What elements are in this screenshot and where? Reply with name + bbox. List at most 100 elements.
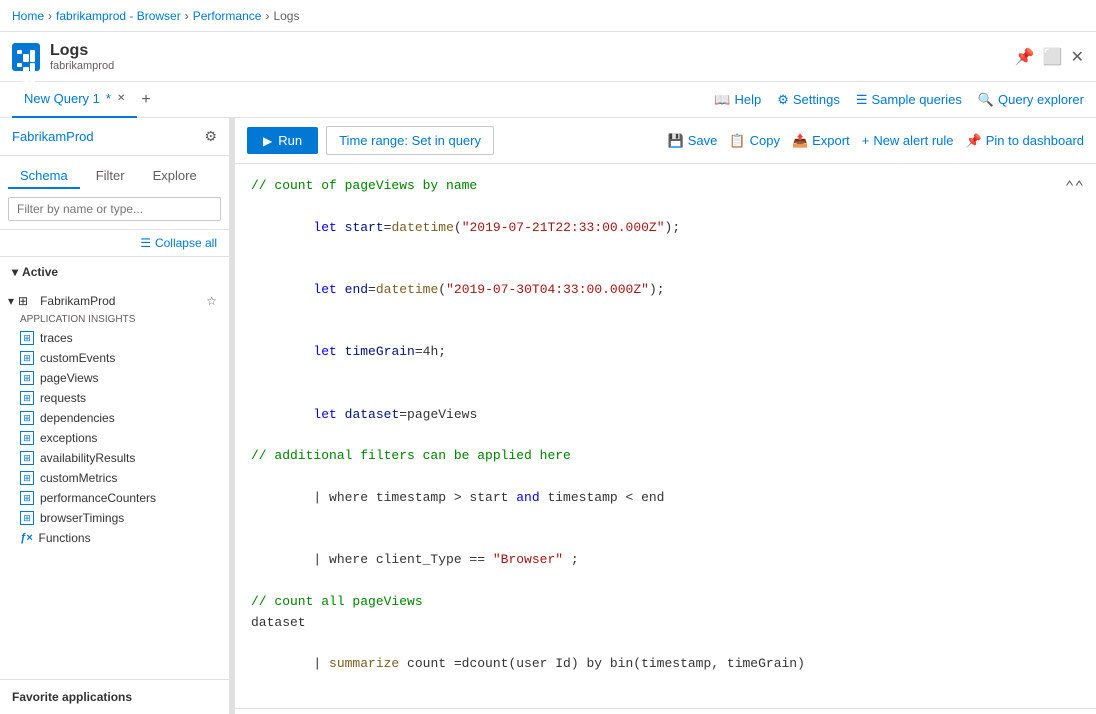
sidebar-item-browsertimings[interactable]: ⊞ browserTimings: [8, 508, 229, 528]
code-editor[interactable]: ⌃⌃ // count of pageViews by name let sta…: [235, 164, 1096, 709]
collapse-all-label: Collapse all: [155, 236, 217, 250]
alert-icon: +: [862, 133, 870, 148]
app-title-left: Logs fabrikamprod: [12, 42, 114, 72]
table-icon: ⊞: [20, 351, 34, 365]
schema-tree: ▾ ⊞ FabrikamProd ☆ APPLICATION INSIGHTS …: [0, 287, 229, 679]
sidebar-item-traces[interactable]: ⊞ traces: [8, 328, 229, 348]
sidebar-item-customevents[interactable]: ⊞ customEvents: [8, 348, 229, 368]
code-line-5: let dataset=pageViews: [251, 384, 1080, 446]
help-button[interactable]: 📖 Help: [714, 92, 761, 108]
breadcrumb-current: Logs: [273, 9, 299, 23]
play-icon: ▶: [263, 134, 272, 148]
group-database-icon: ⊞: [18, 294, 28, 308]
sidebar-header: FabrikamProd ⚙: [0, 118, 229, 156]
filter-tab[interactable]: Filter: [84, 164, 137, 189]
sidebar-item-availabilityresults[interactable]: ⊞ availabilityResults: [8, 448, 229, 468]
sidebar-item-performancecounters[interactable]: ⊞ performanceCounters: [8, 488, 229, 508]
group-label: FabrikamProd: [40, 294, 115, 308]
breadcrumb-fabrikam[interactable]: fabrikamprod - Browser: [56, 9, 181, 23]
sidebar-item-functions[interactable]: ƒ× Functions: [8, 528, 229, 548]
save-button[interactable]: 💾 Save: [668, 133, 718, 149]
sidebar-item-exceptions[interactable]: ⊞ exceptions: [8, 428, 229, 448]
fabrikam-group: ▾ ⊞ FabrikamProd ☆ APPLICATION INSIGHTS …: [0, 287, 229, 552]
sidebar-item-custommetrics[interactable]: ⊞ customMetrics: [8, 468, 229, 488]
sample-queries-button[interactable]: ☰ Sample queries: [856, 92, 962, 108]
pin-dashboard-button[interactable]: 📌 Pin to dashboard: [966, 133, 1084, 149]
maximize-window-button[interactable]: ⬜: [1043, 47, 1063, 67]
code-line-3: let end=datetime("2019-07-30T04:33:00.00…: [251, 259, 1080, 321]
tab-modified-indicator: *: [106, 91, 111, 106]
query-panel: ▶ Run Time range: Set in query 💾 Save 📋 …: [235, 118, 1096, 714]
item-label: requests: [40, 391, 86, 405]
table-icon: ⊞: [20, 511, 34, 525]
explore-tab[interactable]: Explore: [141, 164, 209, 189]
time-range-button[interactable]: Time range: Set in query: [326, 126, 494, 155]
code-line-10: dataset: [251, 613, 1080, 634]
chevron-down-icon: ▾: [12, 265, 18, 279]
favorite-star-icon[interactable]: ☆: [206, 294, 217, 308]
item-label: exceptions: [40, 431, 97, 445]
function-icon: ƒ×: [20, 532, 33, 544]
tab-bar-actions: 📖 Help ⚙ Settings ☰ Sample queries 🔍 Que…: [714, 92, 1084, 108]
breadcrumb-sep2: ›: [185, 9, 189, 23]
pin-window-button[interactable]: 📌: [1015, 47, 1035, 67]
table-icon: ⊞: [20, 451, 34, 465]
favorite-apps-section: Favorite applications: [0, 679, 229, 714]
active-section-header: ▾ Active: [0, 257, 229, 287]
sidebar: FabrikamProd ⚙ Schema Filter Explore ☰ C…: [0, 118, 230, 714]
app-subtitle: fabrikamprod: [50, 60, 114, 72]
table-icon: ⊞: [20, 431, 34, 445]
tab-close-button[interactable]: ✕: [117, 93, 125, 104]
sidebar-item-pageviews[interactable]: ⊞ pageViews: [8, 368, 229, 388]
app-title: Logs: [50, 42, 114, 60]
item-label: dependencies: [40, 411, 115, 425]
copy-icon: 📋: [729, 133, 745, 149]
sample-queries-icon: ☰: [856, 92, 868, 108]
query-explorer-button[interactable]: 🔍 Query explorer: [978, 92, 1084, 108]
copy-button[interactable]: 📋 Copy: [729, 133, 780, 149]
item-label: customEvents: [40, 351, 115, 365]
tab-label: New Query 1: [24, 91, 100, 106]
code-line-1: // count of pageViews by name: [251, 176, 1080, 197]
main-content: FabrikamProd ⚙ Schema Filter Explore ☰ C…: [0, 118, 1096, 714]
close-window-button[interactable]: ✕: [1071, 47, 1084, 67]
run-label: Run: [278, 133, 302, 148]
table-icon: ⊞: [20, 331, 34, 345]
table-icon: ⊞: [20, 391, 34, 405]
code-line-2: let start=datetime("2019-07-21T22:33:00.…: [251, 197, 1080, 259]
breadcrumb-performance[interactable]: Performance: [193, 9, 262, 23]
sidebar-item-requests[interactable]: ⊞ requests: [8, 388, 229, 408]
app-title-controls: 📌 ⬜ ✕: [1015, 47, 1084, 67]
save-icon: 💾: [668, 133, 684, 149]
app-logo: [12, 43, 40, 71]
item-label: availabilityResults: [40, 451, 135, 465]
settings-button[interactable]: ⚙ Settings: [777, 92, 840, 108]
run-button[interactable]: ▶ Run: [247, 127, 318, 154]
search-input[interactable]: [8, 197, 221, 221]
code-line-8: | where client_Type == "Browser" ;: [251, 530, 1080, 592]
code-collapse-button[interactable]: ⌃⌃: [1065, 176, 1084, 202]
breadcrumb-home[interactable]: Home: [12, 9, 44, 23]
tab-bar: New Query 1 * ✕ + 📖 Help ⚙ Settings ☰ Sa…: [0, 82, 1096, 118]
code-line-11: | summarize count =dcount(user Id) by bi…: [251, 634, 1080, 696]
table-icon: ⊞: [20, 491, 34, 505]
filter-icon[interactable]: ⚙: [204, 128, 217, 145]
sidebar-item-dependencies[interactable]: ⊞ dependencies: [8, 408, 229, 428]
query-tab-1[interactable]: New Query 1 * ✕: [12, 82, 137, 118]
collapse-all-button[interactable]: ☰ Collapse all: [0, 230, 229, 257]
app-title-text: Logs fabrikamprod: [50, 42, 114, 72]
add-tab-button[interactable]: +: [141, 91, 150, 109]
schema-tab[interactable]: Schema: [8, 164, 80, 189]
app-insights-label: APPLICATION INSIGHTS: [20, 314, 135, 325]
table-icon: ⊞: [20, 371, 34, 385]
collapse-all-icon: ☰: [140, 236, 151, 250]
export-button[interactable]: 📤 Export: [792, 133, 850, 149]
item-label: browserTimings: [40, 511, 124, 525]
query-toolbar: ▶ Run Time range: Set in query 💾 Save 📋 …: [235, 118, 1096, 164]
time-range-prefix: Time range:: [339, 133, 408, 148]
settings-icon: ⚙: [777, 92, 789, 108]
fabrikam-group-header[interactable]: ▾ ⊞ FabrikamProd ☆: [0, 291, 229, 311]
help-icon: 📖: [714, 92, 730, 108]
resource-name[interactable]: FabrikamProd: [12, 129, 94, 144]
new-alert-button[interactable]: + New alert rule: [862, 133, 954, 148]
